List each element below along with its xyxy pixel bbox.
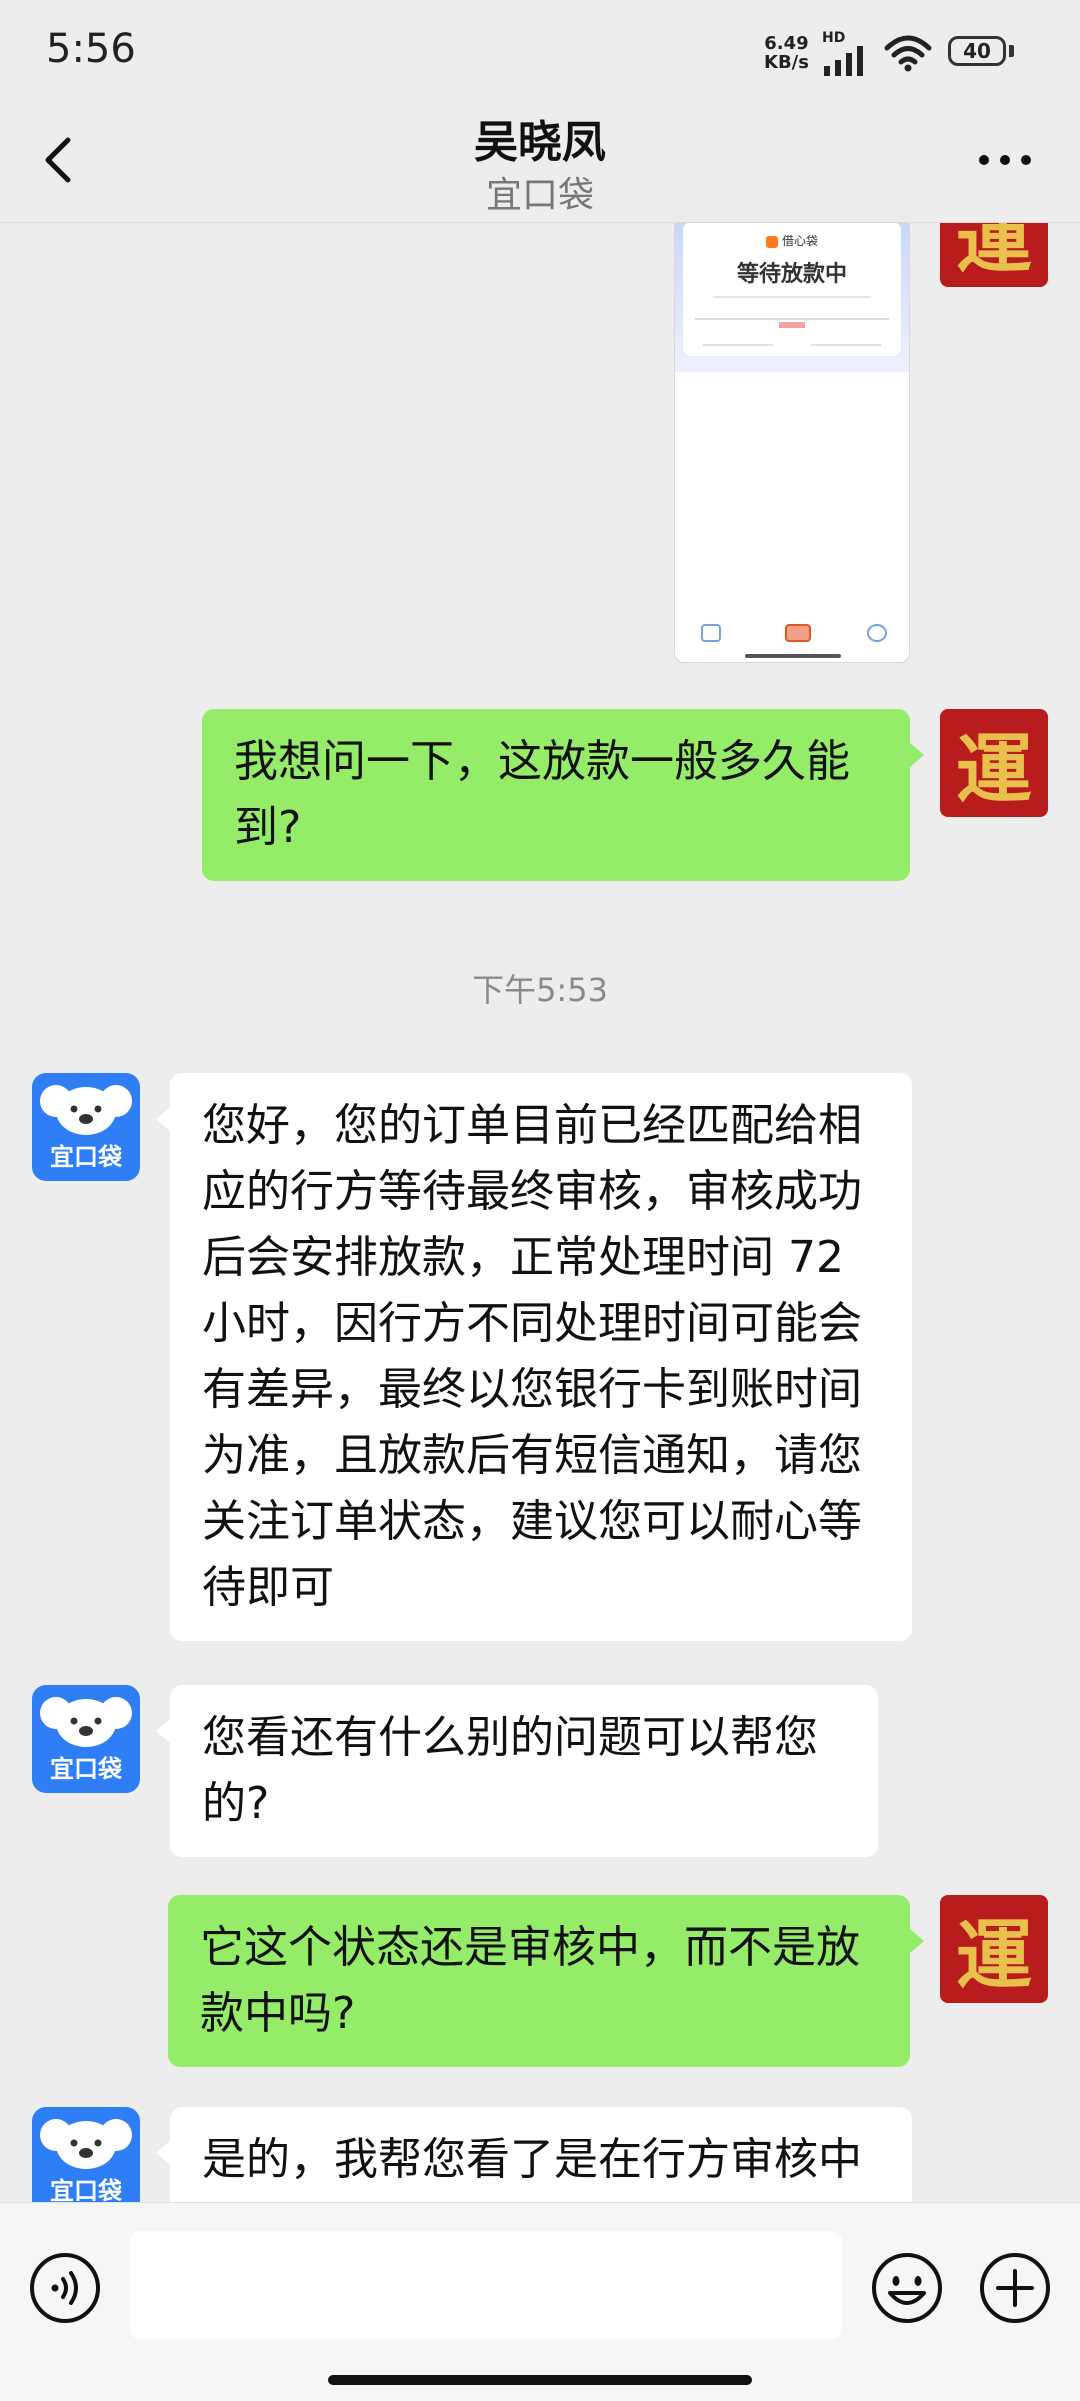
- contact-avatar[interactable]: 宜口袋: [32, 1073, 140, 1181]
- network-speed-unit: KB/s: [764, 52, 809, 73]
- message-bubble-outgoing[interactable]: 它这个状态还是审核中，而不是放款中吗?: [168, 1895, 910, 2067]
- message-bubble-outgoing[interactable]: 我想问一下，这放款一般多久能到?: [202, 709, 910, 881]
- voice-input-button[interactable]: [28, 2251, 102, 2325]
- bubble-tail: [910, 743, 924, 767]
- screenshot-app-name: 借心袋: [683, 232, 901, 249]
- contact-avatar[interactable]: 宜口袋: [32, 1685, 140, 1793]
- contact-avatar[interactable]: 宜口袋: [32, 2107, 140, 2202]
- message-timestamp: 下午5:53: [472, 971, 608, 1009]
- my-avatar[interactable]: 運: [940, 1895, 1048, 2003]
- chat-subtitle: 宜口袋: [485, 175, 594, 216]
- my-avatar-char: 運: [956, 1911, 1032, 2000]
- message-input[interactable]: [130, 2231, 842, 2339]
- bubble-tail: [156, 1719, 170, 1743]
- bubble-tail: [910, 1929, 924, 1953]
- my-avatar[interactable]: 運: [940, 709, 1048, 817]
- chat-title: 吴晓凤: [474, 117, 606, 168]
- screenshot-nav-loan-icon: [785, 624, 811, 642]
- screenshot-status-card: 借心袋 等待放款中: [683, 223, 901, 356]
- contact-avatar-label: 宜口袋: [50, 2177, 122, 2202]
- screenshot-home-bar: [745, 654, 841, 658]
- emoji-button[interactable]: [870, 2251, 944, 2325]
- chat-header: 吴晓凤 宜口袋: [0, 100, 1080, 222]
- wifi-icon: [884, 35, 932, 72]
- app-logo-icon: [765, 235, 778, 248]
- battery-level: 40: [963, 39, 991, 63]
- screenshot-app-label: 借心袋: [781, 234, 818, 248]
- status-time: 5:56: [46, 26, 136, 72]
- contact-avatar-label: 宜口袋: [50, 1143, 122, 1171]
- bubble-tail: [156, 1107, 170, 1131]
- battery-icon: 40: [948, 36, 1006, 66]
- screenshot-progress-line: [695, 318, 889, 320]
- message-bubble-incoming[interactable]: 您好，您的订单目前已经匹配给相应的行方等待最终审核，审核成功后会安排放款，正常处…: [170, 1073, 912, 1641]
- message-bubble-incoming[interactable]: 是的，我帮您看了是在行方审核中: [170, 2107, 912, 2202]
- battery-tip: [1009, 45, 1014, 57]
- screenshot-progress-marker: [779, 322, 805, 328]
- network-speed: 6.49 KB/s: [764, 34, 809, 72]
- signal-icon: [824, 46, 863, 76]
- screenshot-header-bg: 借心袋 等待放款中: [675, 223, 909, 372]
- message-list[interactable]: 借心袋 等待放款中 運 運 我想问一下，这放款一般多久能到? 下午5:53 宜口…: [0, 223, 1080, 2202]
- status-bar: 5:56 6.49 KB/s HD 40: [0, 0, 1080, 100]
- image-message-screenshot[interactable]: 借心袋 等待放款中: [674, 223, 910, 663]
- bubble-tail: [156, 2141, 170, 2165]
- my-avatar-char: 運: [956, 725, 1032, 814]
- network-speed-value: 6.49: [764, 33, 809, 54]
- more-functions-button[interactable]: [978, 2251, 1052, 2325]
- message-bubble-incoming[interactable]: 您看还有什么别的问题可以帮您的?: [170, 1685, 878, 1857]
- screenshot-info-line: [713, 296, 871, 298]
- screenshot-footer-line: [703, 344, 773, 346]
- more-options-button[interactable]: [970, 130, 1040, 190]
- screenshot-status-text: 等待放款中: [736, 262, 847, 287]
- screenshot-footer-line: [811, 344, 881, 346]
- my-avatar[interactable]: 運: [940, 223, 1048, 287]
- contact-avatar-label: 宜口袋: [50, 1755, 122, 1783]
- home-indicator: [328, 2375, 752, 2385]
- screenshot-nav-home-icon: [701, 624, 721, 642]
- screenshot-nav-profile-icon: [867, 624, 887, 642]
- input-bar: [0, 2202, 1080, 2401]
- my-avatar-char: 運: [956, 223, 1032, 284]
